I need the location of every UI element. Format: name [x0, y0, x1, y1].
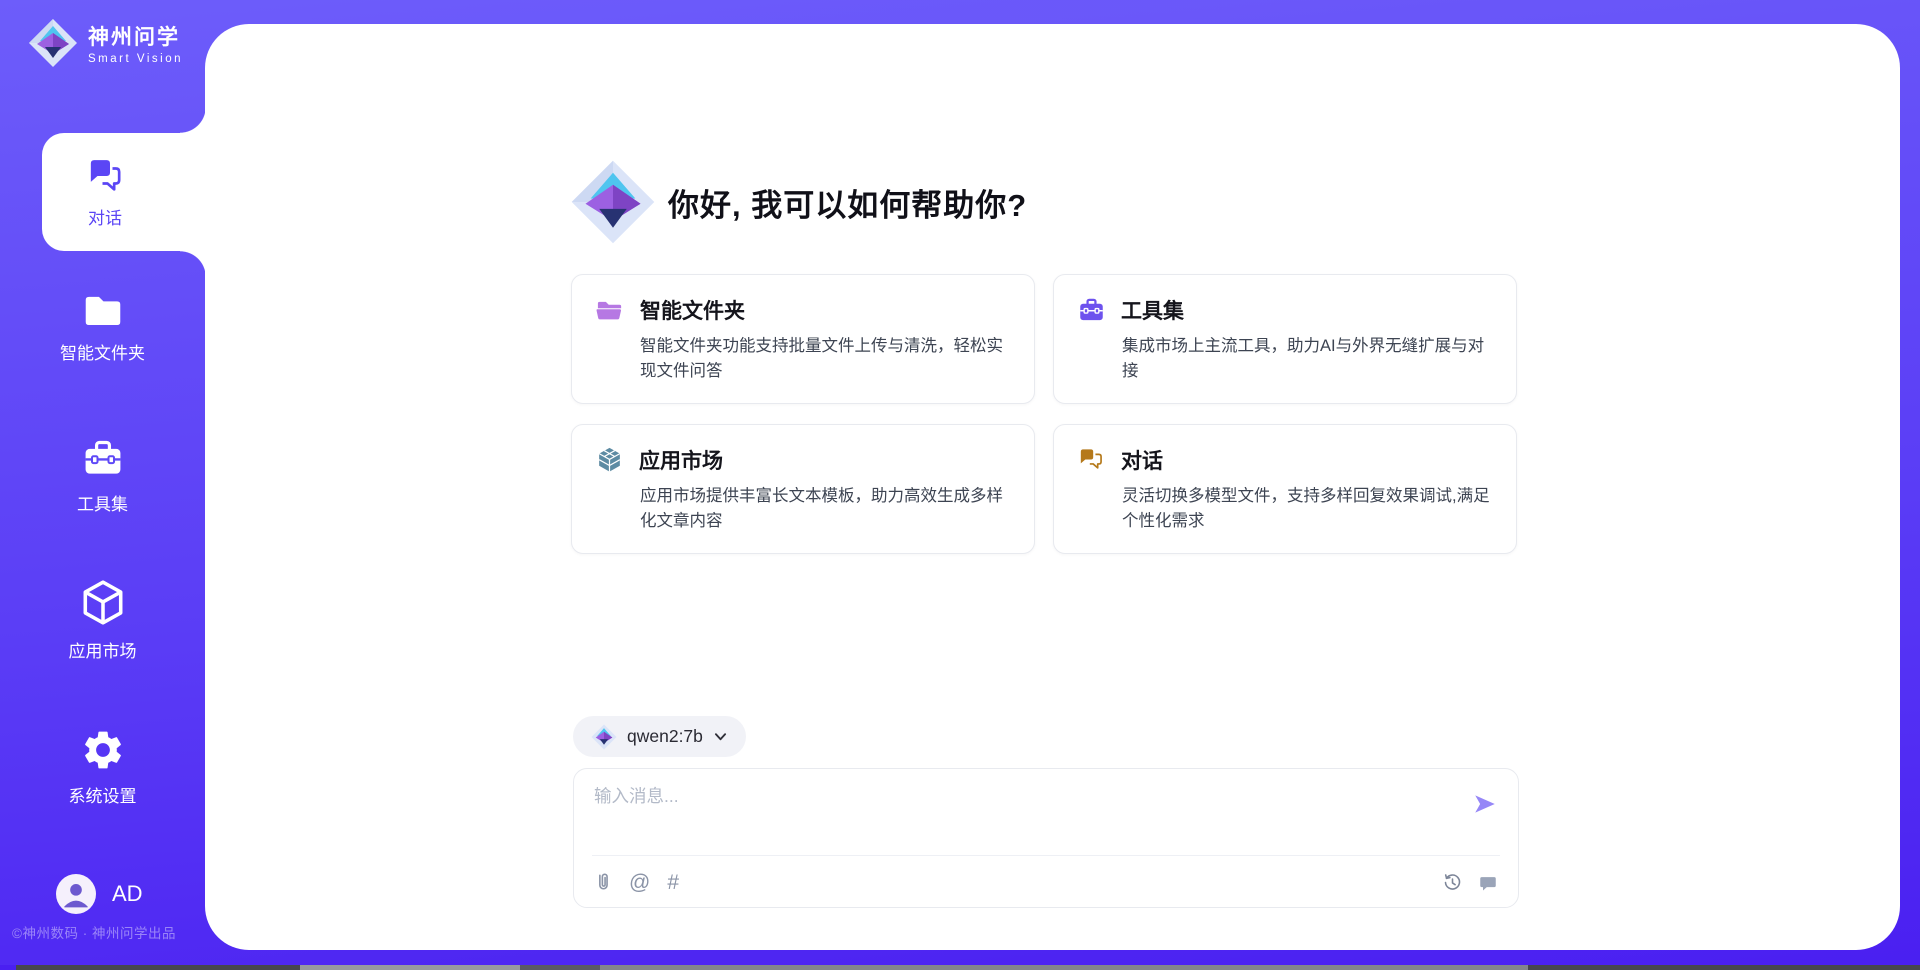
toolbox-icon [81, 437, 125, 481]
diamond-logo-icon [591, 724, 617, 750]
at-icon[interactable]: @ [629, 872, 650, 893]
send-icon[interactable] [1472, 791, 1498, 817]
brand: 神州问学 Smart Vision [28, 18, 183, 68]
card-chat[interactable]: 对话 灵活切换多模型文件，支持多样回复效果调试,满足个性化需求 [1053, 424, 1517, 554]
message-composer: @ # [573, 768, 1519, 908]
screen-bottom-edge [0, 965, 1920, 970]
greeting-title: 你好, 我可以如何帮助你? [668, 180, 1027, 225]
gear-icon [80, 727, 126, 773]
card-title: 应用市场 [639, 445, 723, 475]
card-title: 工具集 [1121, 295, 1184, 325]
card-description: 灵活切换多模型文件，支持多样回复效果调试,满足个性化需求 [1122, 484, 1492, 534]
card-title: 智能文件夹 [640, 295, 745, 325]
folder-icon [81, 290, 125, 330]
card-description: 智能文件夹功能支持批量文件上传与清洗，轻松实现文件问答 [640, 334, 1010, 384]
model-selector[interactable]: qwen2:7b [573, 716, 746, 757]
sidebar-item-label: 智能文件夹 [60, 339, 145, 364]
user-profile[interactable]: AD [56, 874, 143, 914]
user-avatar-icon [56, 874, 96, 914]
sidebar-item-settings[interactable]: 系统设置 [0, 727, 205, 807]
sidebar-item-label: 工具集 [77, 490, 128, 515]
cube-icon [80, 578, 126, 628]
footer-credit: ©神州数码 · 神州问学出品 [12, 922, 176, 942]
sidebar-item-smart-folder[interactable]: 智能文件夹 [0, 290, 205, 364]
folder-open-icon [596, 298, 624, 323]
app-root: 神州问学 Smart Vision 对话 智能文件夹 工具集 [0, 0, 1920, 970]
main-panel: 你好, 我可以如何帮助你? 智能文件夹 智能文件夹功能支持批量文件上传与清洗，轻… [205, 24, 1900, 950]
diamond-logo-icon [570, 159, 656, 245]
hash-icon[interactable]: # [667, 872, 679, 893]
card-title: 对话 [1121, 445, 1163, 475]
card-smart-folder[interactable]: 智能文件夹 智能文件夹功能支持批量文件上传与清洗，轻松实现文件问答 [571, 274, 1035, 404]
paperclip-icon[interactable] [594, 871, 612, 893]
chevron-down-icon [713, 730, 728, 743]
chat-bubbles-icon [1078, 447, 1105, 473]
greeting: 你好, 我可以如何帮助你? [570, 159, 1027, 245]
quick-action-cards: 智能文件夹 智能文件夹功能支持批量文件上传与清洗，轻松实现文件问答 工具集 集成… [571, 274, 1517, 554]
history-icon[interactable] [1442, 872, 1463, 893]
cube-grid-icon [596, 446, 623, 474]
sidebar-item-label: 对话 [88, 204, 122, 229]
user-name: AD [112, 881, 143, 907]
sidebar-item-label: 系统设置 [69, 782, 137, 807]
chat-icon [85, 156, 125, 196]
sidebar-item-chat[interactable]: 对话 [42, 133, 206, 251]
message-input[interactable] [594, 783, 1454, 845]
composer-divider [592, 855, 1500, 856]
card-description: 应用市场提供丰富长文本模板，助力高效生成多样化文章内容 [640, 484, 1010, 534]
sidebar-item-toolbox[interactable]: 工具集 [0, 437, 205, 515]
card-description: 集成市场上主流工具，助力AI与外界无缝扩展与对接 [1122, 334, 1492, 384]
card-app-market[interactable]: 应用市场 应用市场提供丰富长文本模板，助力高效生成多样化文章内容 [571, 424, 1035, 554]
model-name: qwen2:7b [627, 726, 703, 747]
card-toolbox[interactable]: 工具集 集成市场上主流工具，助力AI与外界无缝扩展与对接 [1053, 274, 1517, 404]
brand-subtitle: Smart Vision [88, 53, 183, 65]
briefcase-icon [1078, 297, 1105, 324]
sidebar-item-label: 应用市场 [69, 637, 137, 662]
comment-icon[interactable] [1478, 873, 1498, 893]
sidebar-item-app-market[interactable]: 应用市场 [0, 578, 205, 662]
brand-name: 神州问学 [88, 21, 183, 51]
diamond-logo-icon [28, 18, 78, 68]
